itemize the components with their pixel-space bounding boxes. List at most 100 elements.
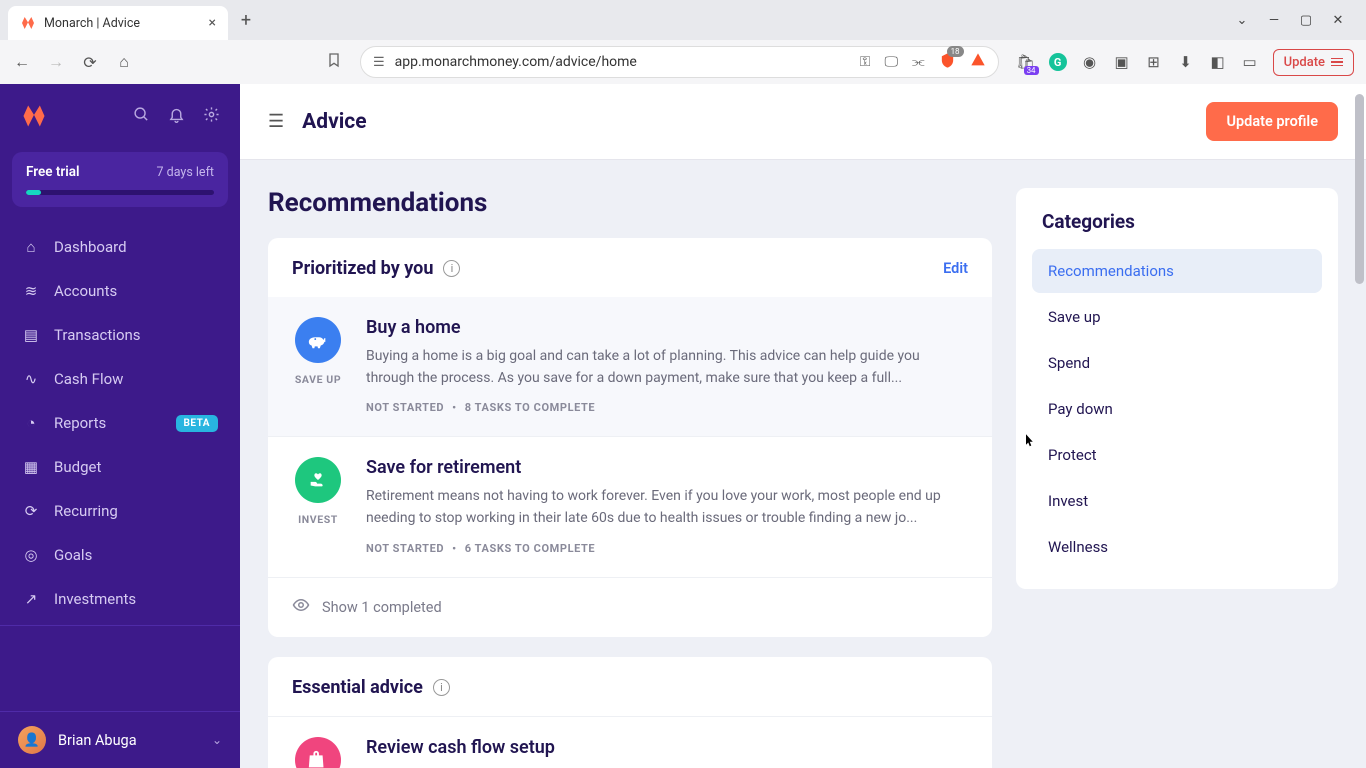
advice-body: Save for retirement Retirement means not… — [366, 457, 968, 554]
sidebar-item-accounts[interactable]: ≋Accounts — [0, 269, 240, 313]
ext-circle-icon[interactable]: ◉ — [1081, 53, 1099, 71]
sidebar-item-label: Transactions — [54, 326, 141, 344]
info-icon[interactable]: i — [443, 260, 460, 277]
wallet-icon[interactable]: ▭ — [1241, 53, 1259, 71]
card-header: Essential advice i — [268, 657, 992, 716]
shield-icon[interactable]: 18 — [939, 52, 956, 73]
advice-tasks: 6 TASKS TO COMPLETE — [465, 542, 596, 555]
sidebar-item-label: Goals — [54, 546, 92, 564]
site-settings-icon[interactable]: ☰ — [373, 55, 385, 70]
url-bar[interactable]: ☰ app.monarchmoney.com/advice/home ⚿ 🖵 ⫘… — [360, 46, 999, 78]
beta-badge: BETA — [176, 415, 219, 432]
update-profile-button[interactable]: Update profile — [1206, 102, 1338, 141]
category-wellness[interactable]: Wellness — [1032, 525, 1322, 569]
category-save-up[interactable]: Save up — [1032, 295, 1322, 339]
sidebar-item-goals[interactable]: ◎Goals — [0, 533, 240, 577]
gear-icon[interactable] — [203, 106, 220, 127]
sidebar-item-reports[interactable]: ◔ReportsBETA — [0, 401, 240, 445]
advice-status: NOT STARTED — [366, 401, 444, 414]
tab-bar: Monarch | Advice × + ⌄ — ▢ ✕ — [0, 0, 1366, 40]
sidebar-item-label: Investments — [54, 590, 136, 608]
info-icon[interactable]: i — [433, 679, 450, 696]
share-icon[interactable]: ⫘ — [912, 54, 925, 70]
bookmark-icon[interactable] — [326, 52, 342, 72]
minimize-icon[interactable]: — — [1266, 12, 1282, 28]
card-header: Prioritized by you i Edit — [268, 238, 992, 297]
sidebar-nav: ⌂Dashboard ≋Accounts ▤Transactions ∿Cash… — [0, 221, 240, 711]
scroll-thumb[interactable] — [1355, 94, 1364, 284]
browser-update-button[interactable]: Update — [1273, 49, 1354, 76]
advice-meta: NOT STARTED•8 TASKS TO COMPLETE — [366, 401, 968, 414]
close-icon[interactable]: × — [209, 15, 216, 31]
sidebar-item-investments[interactable]: ↗Investments — [0, 577, 240, 621]
logo-icon[interactable] — [20, 102, 48, 130]
category-pay-down[interactable]: Pay down — [1032, 387, 1322, 431]
sidebar-item-budget[interactable]: ▦Budget — [0, 445, 240, 489]
category-protect[interactable]: Protect — [1032, 433, 1322, 477]
download-icon[interactable]: ⬇ — [1177, 53, 1195, 71]
maximize-icon[interactable]: ▢ — [1298, 12, 1314, 28]
sidebar-item-recurring[interactable]: ⟳ Recurring — [0, 489, 240, 533]
browser-tab[interactable]: Monarch | Advice × — [8, 6, 228, 40]
sidepanel-icon[interactable]: ◧ — [1209, 53, 1227, 71]
advice-title: Save for retirement — [366, 457, 968, 478]
sidebar-top-icons — [133, 106, 220, 127]
window-controls: ⌄ — ▢ ✕ — [1234, 12, 1358, 28]
cashflow-icon: ∿ — [22, 370, 40, 388]
ext-puzzle-icon[interactable]: ⊞ — [1145, 53, 1163, 71]
sidebar-item-label: Accounts — [54, 282, 117, 300]
sidebar-item-label: Recurring — [54, 502, 118, 520]
ext-shopping-icon[interactable]: 🛍34 — [1017, 53, 1035, 71]
search-icon[interactable] — [133, 106, 150, 127]
advice-icon-col: SAVE UP — [292, 317, 344, 414]
monitor-icon[interactable]: 🖵 — [884, 54, 898, 70]
advice-status: NOT STARTED — [366, 542, 444, 555]
bell-icon[interactable] — [168, 106, 185, 127]
reload-icon[interactable]: ⟳ — [80, 52, 100, 72]
forward-icon[interactable]: → — [46, 52, 66, 72]
advice-item-retirement[interactable]: INVEST Save for retirement Retirement me… — [268, 436, 992, 576]
sidebar-item-dashboard[interactable]: ⌂Dashboard — [0, 225, 240, 269]
brave-icon[interactable] — [970, 52, 986, 72]
page-title: Advice — [302, 110, 366, 134]
categories-title: Categories — [1026, 210, 1328, 247]
shield-count: 18 — [947, 46, 964, 57]
edit-link[interactable]: Edit — [943, 260, 968, 277]
home-icon[interactable]: ⌂ — [114, 52, 134, 72]
advice-icon-col: INVEST — [292, 457, 344, 554]
advice-item-cashflow[interactable]: Review cash flow setup — [268, 716, 992, 768]
browser-chrome: Monarch | Advice × + ⌄ — ▢ ✕ ← → ⟳ ⌂ ☰ a… — [0, 0, 1366, 84]
menu-icon — [1331, 58, 1343, 67]
user-name: Brian Abuga — [58, 732, 200, 749]
sidebar-user[interactable]: 👤 Brian Abuga ⌄ — [0, 711, 240, 768]
extension-icons: 🛍34 G ◉ ▣ ⊞ ⬇ ◧ ▭ Update — [1017, 49, 1354, 76]
category-invest[interactable]: Invest — [1032, 479, 1322, 523]
url-text: app.monarchmoney.com/advice/home — [395, 54, 850, 70]
card-title: Prioritized by you — [292, 258, 433, 279]
hamburger-icon[interactable]: ☰ — [268, 111, 284, 132]
category-spend[interactable]: Spend — [1032, 341, 1322, 385]
chevron-down-icon[interactable]: ⌄ — [1234, 12, 1250, 28]
sidebar-item-transactions[interactable]: ▤Transactions — [0, 313, 240, 357]
app: Free trial 7 days left ⌂Dashboard ≋Accou… — [0, 84, 1366, 768]
trial-days: 7 days left — [157, 165, 214, 180]
sidebar-item-label: Dashboard — [54, 238, 127, 256]
scrollbar[interactable] — [1352, 84, 1366, 768]
new-tab-button[interactable]: + — [232, 6, 260, 34]
advice-item-buy-home[interactable]: SAVE UP Buy a home Buying a home is a bi… — [268, 297, 992, 436]
chevron-down-icon: ⌄ — [212, 733, 222, 747]
budget-icon: ▦ — [22, 458, 40, 476]
trial-label: Free trial — [26, 164, 80, 180]
key-icon[interactable]: ⚿ — [860, 54, 871, 70]
back-icon[interactable]: ← — [12, 52, 32, 72]
category-recommendations[interactable]: Recommendations — [1032, 249, 1322, 293]
show-completed-toggle[interactable]: Show 1 completed — [268, 577, 992, 637]
bag-icon — [295, 737, 341, 768]
ext-box-icon[interactable]: ▣ — [1113, 53, 1131, 71]
close-window-icon[interactable]: ✕ — [1330, 12, 1346, 28]
ext-grammarly-icon[interactable]: G — [1049, 53, 1067, 71]
sidebar-item-cashflow[interactable]: ∿Cash Flow — [0, 357, 240, 401]
favicon-icon — [20, 15, 36, 31]
recurring-icon: ⟳ — [22, 502, 40, 520]
trial-card[interactable]: Free trial 7 days left — [12, 152, 228, 207]
